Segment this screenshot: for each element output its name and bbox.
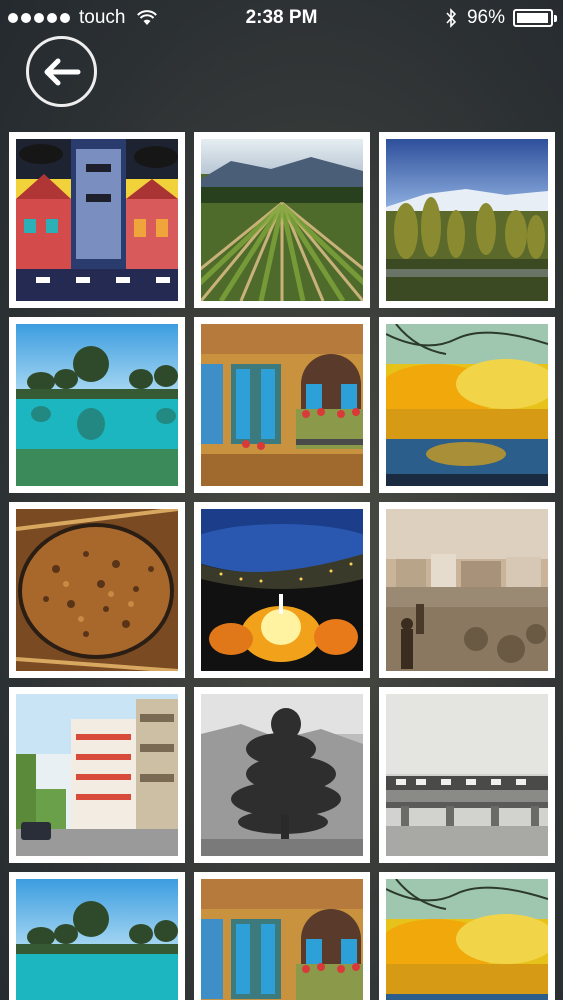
photo-lake-trees (16, 324, 178, 486)
photo-tile[interactable] (379, 317, 555, 493)
photo-tile[interactable] (379, 502, 555, 678)
battery-icon (513, 9, 557, 27)
photo-tile[interactable] (9, 132, 185, 308)
photo-apartment-street (16, 694, 178, 856)
photo-tile[interactable] (9, 317, 185, 493)
photo-lake-trees (16, 879, 178, 1000)
photo-sepia-town (386, 509, 548, 671)
bluetooth-icon (446, 8, 457, 28)
photo-tile[interactable] (194, 317, 370, 493)
photo-tile[interactable] (379, 687, 555, 863)
photo-tile[interactable] (194, 872, 370, 1000)
photo-tile[interactable] (379, 872, 555, 1000)
photo-bread-tray (16, 509, 178, 671)
photo-tile[interactable] (379, 132, 555, 308)
photo-tile[interactable] (194, 687, 370, 863)
photo-autumn-lake (386, 324, 548, 486)
photo-tile[interactable] (194, 502, 370, 678)
photo-tile[interactable] (9, 502, 185, 678)
photo-village-painting (16, 139, 178, 301)
back-arrow-icon (44, 58, 80, 85)
battery-status: 96% (445, 7, 557, 29)
photo-tile[interactable] (9, 687, 185, 863)
photo-old-house (201, 879, 363, 1000)
status-bar: touch 2:38 PM 96% (0, 0, 563, 38)
photo-mountains-poplars (386, 139, 548, 301)
battery-percent: 96% (466, 7, 505, 28)
photo-bay-night (201, 509, 363, 671)
photo-vineyard (201, 139, 363, 301)
photo-old-house (201, 324, 363, 486)
photo-old-bridge (386, 694, 548, 856)
photo-cedar-tree (201, 694, 363, 856)
back-button[interactable] (26, 36, 97, 107)
photo-tile[interactable] (194, 132, 370, 308)
photo-autumn-lake (386, 879, 548, 1000)
photo-tile[interactable] (9, 872, 185, 1000)
